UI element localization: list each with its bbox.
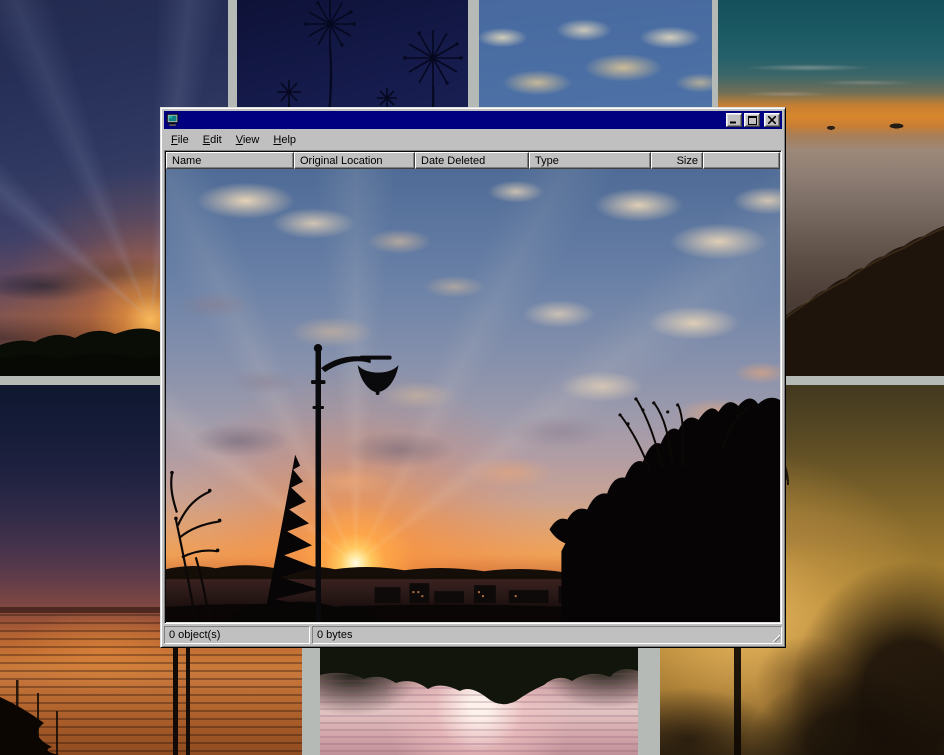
- column-header-row: Name Original Location Date Deleted Type…: [166, 152, 780, 169]
- menu-view[interactable]: View: [229, 132, 267, 148]
- minimize-icon: [730, 116, 738, 124]
- recycle-bin-window: File Edit View Help Name Original Locati…: [160, 107, 786, 648]
- client-area-sunset-photo[interactable]: [166, 169, 780, 622]
- menu-edit[interactable]: Edit: [196, 132, 229, 148]
- menu-bar: File Edit View Help: [164, 129, 782, 149]
- minimize-button[interactable]: [726, 113, 742, 127]
- status-bar: 0 object(s) 0 bytes: [164, 626, 782, 644]
- maximize-button[interactable]: [744, 113, 760, 127]
- menu-help[interactable]: Help: [266, 132, 303, 148]
- computer-monitor-icon[interactable]: [166, 113, 180, 127]
- column-header-original-location[interactable]: Original Location: [294, 152, 415, 169]
- resize-grip[interactable]: [768, 630, 780, 642]
- column-header-type[interactable]: Type: [529, 152, 651, 169]
- desktop: File Edit View Help Name Original Locati…: [0, 0, 944, 755]
- right-tree-mass-silhouette: [550, 398, 780, 622]
- status-byte-count: 0 bytes: [312, 626, 782, 644]
- menu-file[interactable]: File: [164, 132, 196, 148]
- close-icon: [768, 116, 776, 124]
- column-header-size[interactable]: Size: [651, 152, 703, 169]
- status-object-count: 0 object(s): [164, 626, 310, 644]
- file-list-view[interactable]: Name Original Location Date Deleted Type…: [164, 150, 782, 624]
- maximize-icon: [748, 116, 757, 125]
- title-bar[interactable]: [164, 111, 782, 129]
- column-header-date-deleted[interactable]: Date Deleted: [415, 152, 529, 169]
- column-header-name[interactable]: Name: [166, 152, 294, 169]
- column-header-filler: [703, 152, 780, 169]
- sunset-silhouettes: [166, 169, 780, 622]
- close-button[interactable]: [764, 113, 780, 127]
- left-shrub-leaves: [170, 471, 221, 552]
